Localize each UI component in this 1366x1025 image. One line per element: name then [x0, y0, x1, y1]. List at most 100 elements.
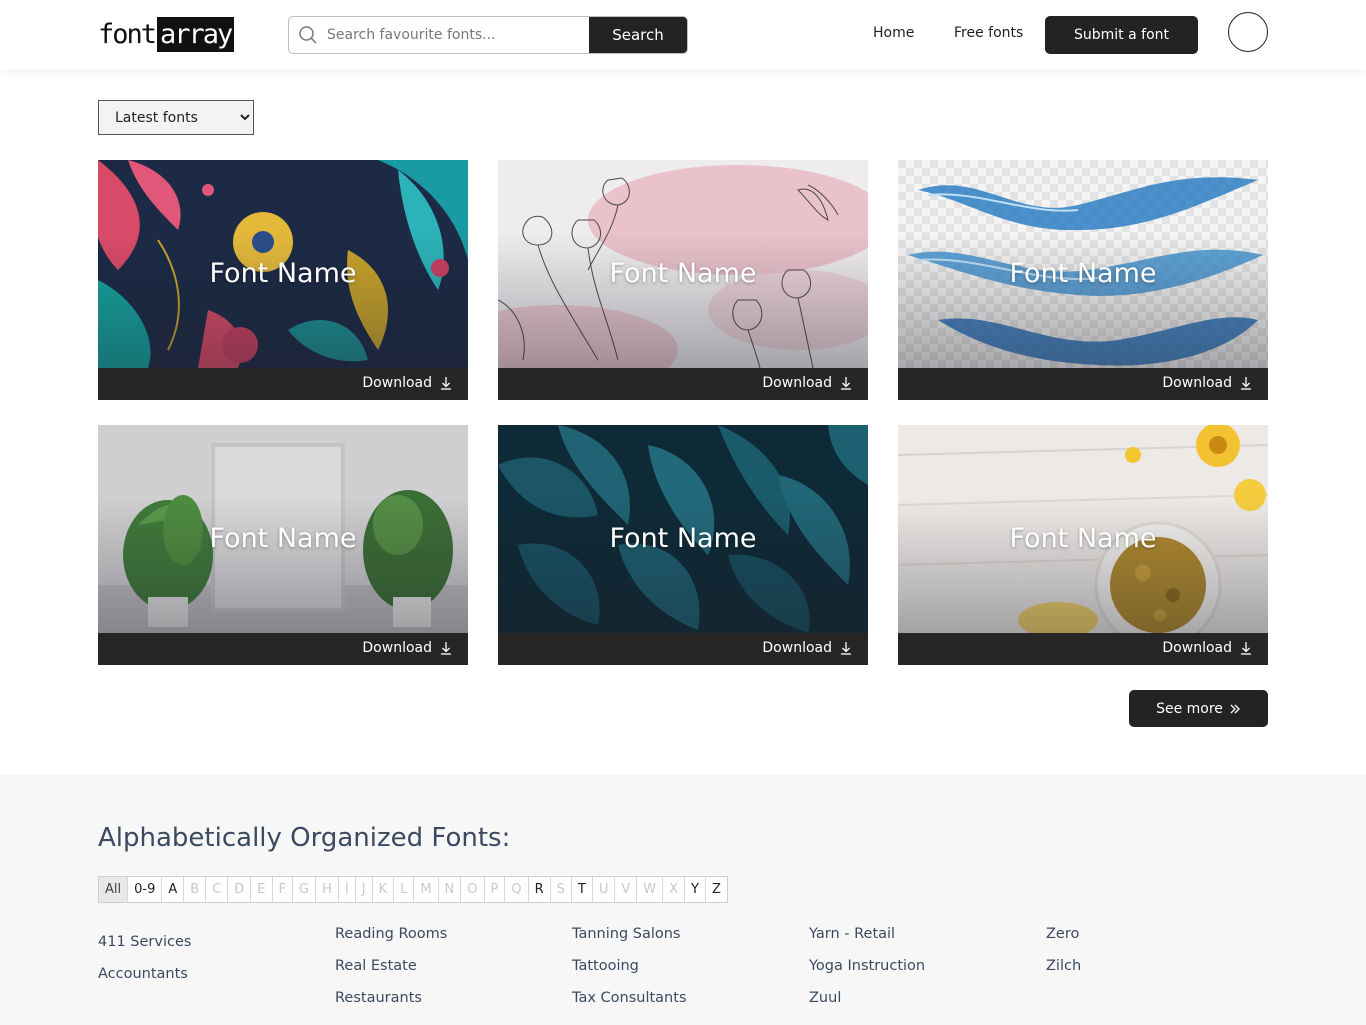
nav-home-link[interactable]: Home [873, 25, 914, 41]
letter-filter-a[interactable]: A [162, 877, 185, 902]
card-footer: Download [98, 368, 468, 400]
letter-filter-u[interactable]: U [593, 877, 616, 902]
category-column: Reading Rooms Real Estate Restaurants [335, 925, 447, 1021]
see-more-button[interactable]: See more [1129, 690, 1268, 727]
category-column: Tanning Salons Tattooing Tax Consultants [572, 925, 687, 1021]
category-link[interactable]: Zero [1046, 925, 1081, 957]
letter-filter-b[interactable]: B [184, 877, 207, 902]
submit-font-button[interactable]: Submit a font [1045, 16, 1198, 54]
alphabet-section: Alphabetically Organized Fonts: All 0-9 A B… [0, 775, 1366, 1025]
font-card[interactable]: Font Name Download [98, 425, 468, 665]
letter-filter: All 0-9 A B C D E F G H I J K L M N O P Q R S T U V W X Y Z [98, 876, 728, 903]
download-link[interactable]: Download [762, 640, 852, 656]
download-label: Download [1162, 640, 1232, 656]
sort-select[interactable]: Latest fonts [98, 100, 254, 135]
letter-filter-g[interactable]: G [293, 877, 317, 902]
font-card[interactable]: Font Name Download [498, 160, 868, 400]
font-name: Font Name [609, 258, 757, 289]
nav-free-fonts-link[interactable]: Free fonts [954, 25, 1023, 41]
download-icon [441, 377, 451, 390]
user-avatar[interactable] [1228, 12, 1268, 52]
font-card[interactable]: Font Name Download [498, 425, 868, 665]
letter-filter-x[interactable]: X [663, 877, 686, 902]
download-label: Download [1162, 375, 1232, 391]
card-footer: Download [898, 368, 1268, 400]
download-link[interactable]: Download [1162, 640, 1252, 656]
letter-filter-all[interactable]: All [99, 877, 129, 902]
font-name: Font Name [1009, 258, 1157, 289]
font-name: Font Name [209, 523, 357, 554]
category-link[interactable]: Tattooing [572, 957, 687, 989]
download-icon [1241, 642, 1251, 655]
letter-filter-h[interactable]: H [316, 877, 339, 902]
letter-filter-q[interactable]: Q [505, 877, 529, 902]
letter-filter-v[interactable]: V [615, 877, 638, 902]
font-card[interactable]: Font Name Download [98, 160, 468, 400]
download-label: Download [762, 640, 832, 656]
card-footer: Download [498, 633, 868, 665]
letter-filter-o[interactable]: O [461, 877, 485, 902]
letter-filter-0-9[interactable]: 0-9 [128, 877, 163, 902]
card-footer: Download [898, 633, 1268, 665]
category-link[interactable]: Yarn - Retail [809, 925, 925, 957]
category-link[interactable]: 411 Services [98, 933, 191, 965]
alphabet-title: Alphabetically Organized Fonts: [98, 823, 511, 853]
letter-filter-d[interactable]: D [228, 877, 252, 902]
download-label: Download [762, 375, 832, 391]
search-button[interactable]: Search [589, 17, 687, 53]
letter-filter-t[interactable]: T [572, 877, 593, 902]
letter-filter-f[interactable]: F [273, 877, 293, 902]
category-link[interactable]: Restaurants [335, 989, 447, 1021]
site-header: font array Search Home Free fonts Submit… [0, 0, 1366, 70]
search-input[interactable] [327, 17, 589, 53]
letter-filter-w[interactable]: W [637, 877, 664, 902]
download-icon [1241, 377, 1251, 390]
category-link[interactable]: Real Estate [335, 957, 447, 989]
logo-text-font: font [98, 19, 157, 50]
search-icon [289, 17, 327, 53]
letter-filter-r[interactable]: R [529, 877, 551, 902]
font-name: Font Name [209, 258, 357, 289]
category-link[interactable]: Zuul [809, 989, 925, 1021]
letter-filter-z[interactable]: Z [706, 877, 727, 902]
letter-filter-j[interactable]: J [356, 877, 373, 902]
see-more-label: See more [1156, 700, 1223, 717]
download-link[interactable]: Download [362, 640, 452, 656]
letter-filter-s[interactable]: S [551, 877, 572, 902]
site-logo[interactable]: font array [98, 17, 248, 52]
category-link[interactable]: Reading Rooms [335, 925, 447, 957]
category-link[interactable]: Zilch [1046, 957, 1081, 989]
font-card[interactable]: Font Name Download [898, 160, 1268, 400]
category-link[interactable]: Tanning Salons [572, 925, 687, 957]
download-icon [841, 377, 851, 390]
font-name: Font Name [1009, 523, 1157, 554]
letter-filter-e[interactable]: E [251, 877, 273, 902]
download-label: Download [362, 375, 432, 391]
letter-filter-m[interactable]: M [414, 877, 439, 902]
category-column: Yarn - Retail Yoga Instruction Zuul [809, 925, 925, 1021]
download-label: Download [362, 640, 432, 656]
letter-filter-n[interactable]: N [439, 877, 462, 902]
download-link[interactable]: Download [762, 375, 852, 391]
letter-filter-k[interactable]: K [373, 877, 395, 902]
download-link[interactable]: Download [362, 375, 452, 391]
letter-filter-i[interactable]: I [339, 877, 356, 902]
letter-filter-l[interactable]: L [394, 877, 415, 902]
font-card[interactable]: Font Name Download [898, 425, 1268, 665]
category-link[interactable]: Yoga Instruction [809, 957, 925, 989]
card-footer: Download [498, 368, 868, 400]
font-name: Font Name [609, 523, 757, 554]
card-footer: Download [98, 633, 468, 665]
download-icon [841, 642, 851, 655]
double-chevron-right-icon [1230, 704, 1240, 713]
letter-filter-y[interactable]: Y [685, 877, 706, 902]
category-link[interactable]: Tax Consultants [572, 989, 687, 1021]
download-link[interactable]: Download [1162, 375, 1252, 391]
category-column: 411 Services Accountants [98, 933, 191, 997]
letter-filter-c[interactable]: C [206, 877, 229, 902]
letter-filter-p[interactable]: P [485, 877, 506, 902]
logo-text-array: array [157, 17, 235, 52]
category-link[interactable]: Accountants [98, 965, 191, 997]
search-bar: Search [288, 16, 688, 54]
category-column: Zero Zilch [1046, 925, 1081, 989]
